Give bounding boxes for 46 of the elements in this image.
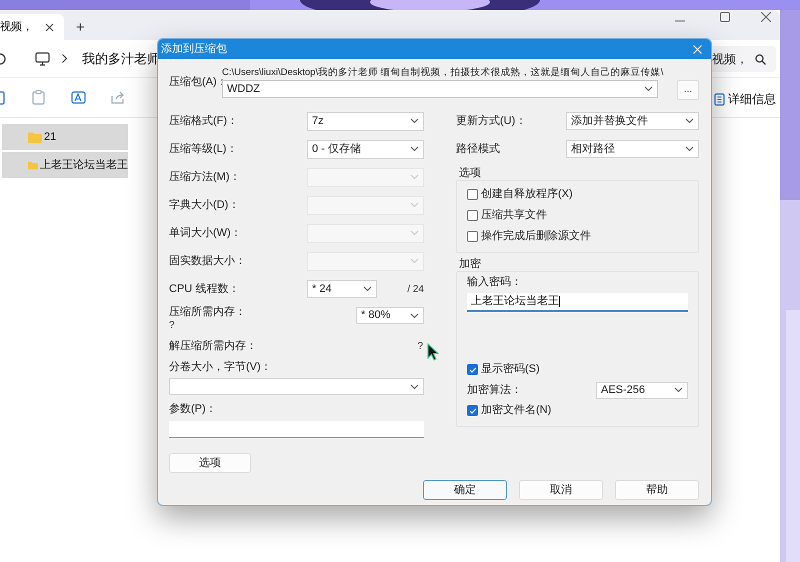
field-label: 加密	[459, 256, 481, 272]
field-label: 压缩方法(M)：	[169, 170, 240, 185]
dialog-button[interactable]: 取消	[519, 480, 603, 500]
field-label: 加密文件名(N)	[481, 402, 552, 418]
password-field[interactable]: 上老王论坛当老王	[467, 293, 688, 312]
field-label: 路径模式	[456, 142, 500, 157]
field-label: 固实数据大小：	[169, 254, 246, 269]
dropdown[interactable]: 0 - 仅存储	[307, 140, 424, 158]
memory-note: ?	[169, 319, 176, 332]
dropdown[interactable]: * 24	[307, 280, 377, 298]
thread-count: / 24	[407, 282, 424, 296]
browser-tab[interactable]: 视频，	[0, 14, 64, 40]
dialog-button[interactable]: 确定	[423, 480, 507, 500]
field-label: 输入密码：	[467, 274, 522, 290]
field-label: 加密算法：	[467, 382, 522, 398]
field-label: 显示密码(S)	[481, 362, 540, 378]
window-title: 添加到压缩包	[161, 42, 227, 57]
browse-button[interactable]: ...	[677, 80, 699, 100]
field-label: 分卷大小，字节(V)：	[169, 360, 272, 375]
field-label: CPU 线程数：	[169, 282, 240, 297]
new-tab-button[interactable]: +	[76, 20, 85, 35]
field-label: 压缩共享文件	[481, 208, 547, 224]
file-row[interactable]: 21	[2, 124, 128, 150]
field-label: 压缩等级(L)：	[169, 142, 238, 157]
memory-value: ?	[417, 340, 424, 354]
options-button[interactable]: 选项	[169, 453, 251, 473]
dropdown[interactable]: 7z	[307, 112, 424, 130]
dropdown[interactable]: 相对路径	[566, 140, 699, 158]
archive-name-combo[interactable]: WDDZ	[222, 80, 658, 98]
field-label: 创建自释放程序(X)	[481, 186, 573, 202]
field-label: 更新方式(U)：	[456, 114, 526, 129]
dropdown[interactable]: AES-256	[596, 382, 688, 398]
field-label: 参数(P)：	[169, 402, 217, 417]
field-label: 操作完成后删除源文件	[481, 228, 591, 244]
field-label: 字典大小(D)：	[169, 198, 240, 213]
archive-path: C:\Users\liuxi\Desktop\我的多汁老师 缅甸自制视频，拍摄技术很成熟，这就是缅甸人自己的麻豆传媒\	[222, 67, 664, 79]
dropdown[interactable]: * 80%	[356, 307, 424, 324]
field-label: 解压缩所需内存：	[169, 338, 257, 354]
field-label: 选项	[459, 166, 481, 181]
field-label: 压缩格式(F)：	[169, 114, 238, 129]
field-label: 压缩所需内存：	[169, 306, 246, 319]
dropdown[interactable]: 添加并替换文件	[566, 112, 699, 130]
details-button[interactable]: 详细信息	[728, 90, 776, 108]
file-row[interactable]: 上老王论坛当老王	[2, 152, 128, 178]
dialog-button[interactable]: 帮助	[615, 480, 699, 500]
field-label: 单词大小(W)：	[169, 226, 242, 241]
